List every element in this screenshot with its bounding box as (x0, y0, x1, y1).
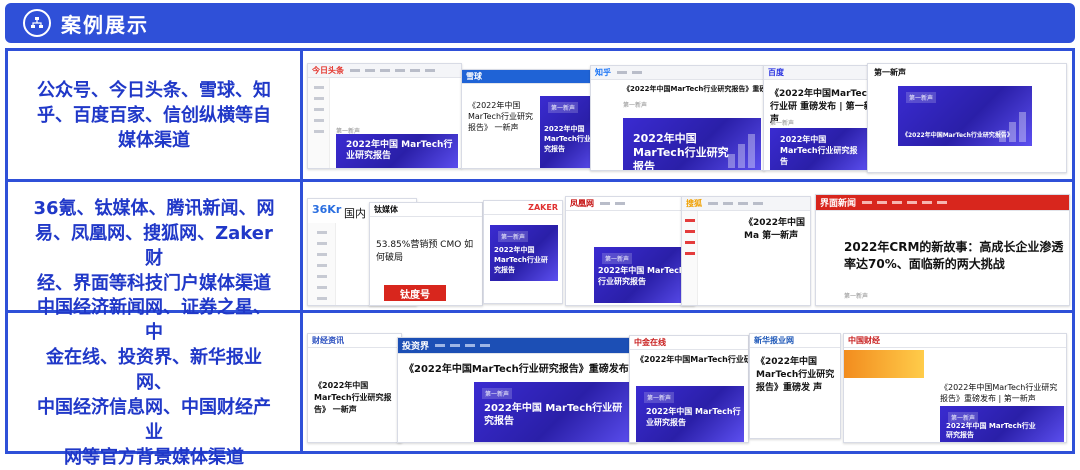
section-header: 案例展示 (5, 3, 1075, 43)
xhby-logo: 新华报业网 (754, 336, 794, 345)
tmtpost-logo: 钛媒体 (374, 205, 398, 214)
label-line: 中国经济新闻网、证券之星、中 (37, 296, 271, 343)
author-name: 第一新声 (844, 293, 869, 300)
zhihu-screenshot: 知乎 《2022年中国MarTech行业研究报告》重磅发布 | 第一新声 第一新… (590, 65, 765, 171)
article-title: 53.85%营销预 CMO 如何破局 (376, 240, 474, 263)
report-cover: 第一新声 2022年中国 MarTech行业研究报告 (940, 406, 1064, 442)
cover-title: 2022年中国 MarTech行业研究报告 (633, 132, 729, 171)
row-label-box: 中国经济新闻网、证券之星、中 金在线、投资界、新华报业网、 中国经济信息网、中国… (8, 297, 300, 468)
tidu-badge: 钛度号 (384, 285, 446, 301)
site-logo: 中国财经 (848, 336, 880, 345)
cover-brand: 第一新声 (906, 92, 937, 103)
xueqiu-logo: 雪球 (466, 72, 482, 81)
zaker-logo: ZAKER (528, 203, 558, 212)
article-title: 《2022年中国MarTech行业研究报告》重磅发布 | 第一新声 (623, 85, 765, 93)
report-cover: 2022年中国 MarTech行业研究报告 (623, 118, 761, 171)
jiemian-screenshot: 界面新闻 2022年CRM的新故事：高成长企业渗透率达70%、面临新的两大挑战 … (815, 194, 1070, 306)
report-cover: 第一新声 2022年中国 MarTech行业研究报告 (636, 386, 744, 442)
sohu-logo: 搜狐 (686, 199, 702, 208)
36kr-logo: 36Kr (312, 203, 342, 216)
cnfol-screenshot: 中金在线 《2022年中国MarTech行业研究报告 第一新声 2022年中国 … (629, 335, 749, 443)
row-label-box: 36氪、钛媒体、腾讯新闻、网 易、凤凰网、搜狐网、Zaker财 经、界面等科技门… (8, 182, 300, 310)
label-line: 乎、百度百家、信创纵横等自 (37, 104, 271, 126)
ifeng-screenshot: 凤凰网 第一新声 2022年中国 MarTech行业研究报告 (565, 196, 695, 306)
section-title: 案例展示 (61, 12, 149, 37)
tmtpost-screenshot: 钛媒体 53.85%营销预 CMO 如何破局 钛度号 (369, 202, 483, 306)
finance-industry-screenshot: 中国财经 《2022年中国MarTech行业研究报告》重磅发布 | 第一新声 第… (843, 333, 1067, 443)
toutiao-logo: 今日头条 (312, 66, 344, 75)
sitemap-icon (23, 9, 51, 37)
media-screenshot: 第一新声 第一新声 《2022年中国MarTech行业研究报告》 (867, 63, 1067, 173)
row-label: 公众号、今日头条、雪球、知 乎、百度百家、信创纵横等自 媒体渠道 (29, 78, 279, 153)
report-cover: 第一新声 2022年中国 MarTech行业研究报告 (490, 225, 558, 281)
channel-title: 国内 (344, 207, 366, 220)
promo-banner (844, 350, 924, 378)
report-cover: 第一新声 2022年中国 MarTech行业研究报告 (594, 247, 692, 303)
toutiao-screenshot: 今日头条 第一新声 2022年中国 MarTech行业研究报告 (307, 63, 462, 169)
cover-title: 2022年中国 MarTech行业研究报告 (494, 246, 548, 274)
zaker-screenshot: ZAKER 第一新声 2022年中国 MarTech行业研究报告 (483, 200, 563, 304)
jiemian-logo: 界面新闻 (820, 199, 857, 209)
row-label: 中国经济新闻网、证券之星、中 金在线、投资界、新华报业网、 中国经济信息网、中国… (29, 295, 279, 470)
label-line: 网等官方背景媒体渠道 (64, 446, 244, 468)
article-title: 《2022年中国MarTech行业研究报告》 一新声 (314, 381, 392, 414)
baidu-screenshot: 百度 《2022年中国MarTech行业研 重磅发布 | 第一新声 第一新声 2… (763, 65, 873, 171)
ifeng-logo: 凤凰网 (570, 199, 594, 208)
cover-brand: 第一新声 (498, 231, 529, 242)
cover-title: 2022年中国 MarTech行业研究报告 (484, 403, 623, 427)
report-cover: 2022年中国 MarTech行业研究报告 (770, 128, 868, 170)
cover-brand: 第一新声 (548, 102, 579, 113)
report-cover: 第一新声 2022年中国 MarTech行业研究报告 (474, 382, 634, 442)
article-title: 《2022年中国MarTech行业研究报告》 一新声 (468, 101, 534, 132)
row-official-media: 中国经济新闻网、证券之星、中 金在线、投资界、新华报业网、 中国经济信息网、中国… (5, 297, 1075, 468)
screenshot-collage: 36Kr 国内 钛媒体 53.85%营销预 CMO 如何破局 钛度号 ZAKER… (303, 182, 1072, 310)
sohu-screenshot: 搜狐 《2022年中国Ma 第一新声 (681, 196, 811, 306)
cover-brand: 第一新声 (644, 392, 675, 403)
zhihu-logo: 知乎 (595, 68, 611, 77)
label-line: 经、界面等科技门户媒体渠道 (37, 273, 271, 294)
row-tech-portals: 36氪、钛媒体、腾讯新闻、网 易、凤凰网、搜狐网、Zaker财 经、界面等科技门… (5, 179, 1075, 313)
row-label: 36氪、钛媒体、腾讯新闻、网 易、凤凰网、搜狐网、Zaker财 经、界面等科技门… (29, 196, 279, 296)
pedaily-logo: 投资界 (402, 342, 430, 352)
report-cover: 2022年中国 MarTech行业研究报告 (336, 134, 458, 168)
label-line: 公众号、今日头条、雪球、知 (37, 79, 271, 101)
label-line: 36氪、钛媒体、腾讯新闻、网 (33, 198, 275, 219)
cover-brand: 第一新声 (482, 388, 513, 399)
cover-title: 2022年中国 MarTech行业研究报告 (646, 407, 741, 427)
site-logo: 财经资讯 (312, 336, 344, 345)
article-title: 《2022年中国MarTech行业研究报告》重磅发布 | (404, 364, 636, 375)
label-line: 金在线、投资界、新华报业网、 (46, 346, 262, 393)
cnfol-logo: 中金在线 (634, 338, 666, 347)
row-label-box: 公众号、今日头条、雪球、知 乎、百度百家、信创纵横等自 媒体渠道 (8, 51, 300, 179)
cover-title: 2022年中国 MarTech行业研究报告 (780, 135, 858, 166)
xhby-screenshot: 新华报业网 《2022年中国MarTech行业研究报告》重磅发 声 (749, 333, 841, 439)
cover-title: 2022年中国 MarTech行业研究报告 (598, 266, 685, 286)
screenshot-collage: 财经资讯 《2022年中国MarTech行业研究报告》 一新声 投资界 《202… (303, 313, 1072, 451)
baidu-logo: 百度 (768, 68, 784, 77)
author-name: 第一新声 (623, 102, 648, 109)
cover-title: 2022年中国 MarTech行业研究报告 (946, 422, 1036, 439)
screenshot-collage: 今日头条 第一新声 2022年中国 MarTech行业研究报告 雪球 《2022… (303, 51, 1072, 179)
label-line: 易、凤凰网、搜狐网、Zaker财 (35, 223, 273, 269)
finance-news-screenshot: 财经资讯 《2022年中国MarTech行业研究报告》 一新声 (307, 333, 402, 443)
row-self-media: 公众号、今日头条、雪球、知 乎、百度百家、信创纵横等自 媒体渠道 今日头条 第一… (5, 48, 1075, 182)
label-line: 中国经济信息网、中国财经产业 (37, 396, 271, 443)
article-title: 《2022年中国MarTech行业研究报告 (636, 355, 748, 364)
case-showcase-slide: 案例展示 公众号、今日头条、雪球、知 乎、百度百家、信创纵横等自 媒体渠道 今日… (0, 0, 1080, 468)
report-cover: 第一新声 《2022年中国MarTech行业研究报告》 (898, 86, 1032, 146)
cover-title: 《2022年中国MarTech行业研究报告》 (902, 132, 1013, 139)
pedaily-screenshot: 投资界 《2022年中国MarTech行业研究报告》重磅发布 | 第一新声 20… (397, 337, 637, 443)
headline: 2022年CRM的新故事：高成长企业渗透率达70%、面临新的两大挑战 (844, 240, 1064, 271)
article-title: 《2022年中国MarTech行业研究报告》重磅发布 | 第一新声 (940, 383, 1058, 403)
cover-title: 2022年中国 MarTech行业研究报告 (346, 140, 453, 161)
author-name: 第一新声 (770, 120, 795, 127)
cover-brand: 第一新声 (602, 253, 633, 264)
account-name: 第一新声 (874, 68, 906, 77)
article-title: 《2022年中国Ma 第一新声 (744, 218, 806, 241)
label-line: 媒体渠道 (118, 129, 190, 151)
xueqiu-screenshot: 雪球 《2022年中国MarTech行业研究报告》 一新声 第一新声 2022年… (461, 69, 601, 169)
article-title: 《2022年中国MarTech行业研究报告》重磅发 声 (756, 357, 835, 393)
